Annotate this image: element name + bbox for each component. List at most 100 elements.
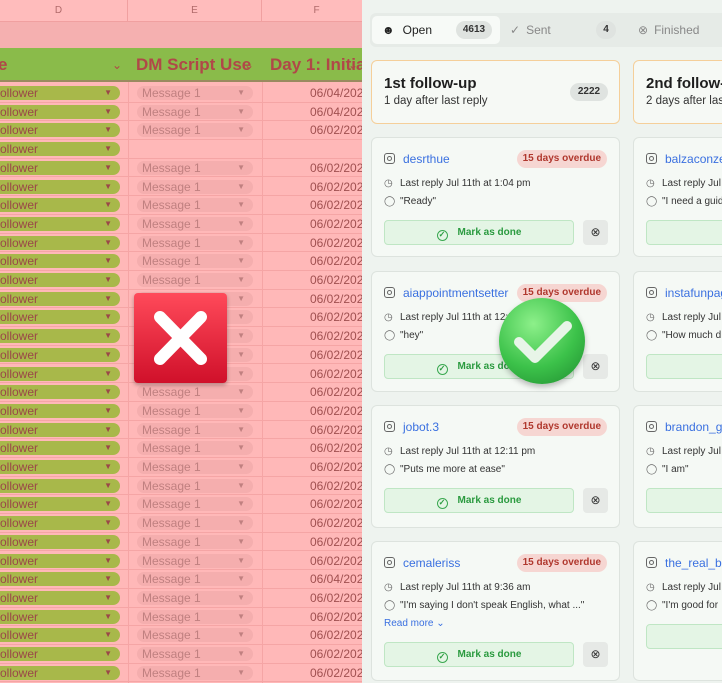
column-header-e[interactable]: E (128, 0, 262, 22)
script-dropdown[interactable]: Message 1 ▼ (137, 647, 253, 661)
script-dropdown[interactable]: Message 1 ▼ (137, 273, 253, 287)
script-dropdown[interactable]: Message 1 ▼ (137, 179, 253, 194)
status-dropdown[interactable]: ollower ▼ (0, 329, 120, 344)
header-dm-script[interactable]: DM Script Use ⌄ (136, 48, 258, 82)
script-dropdown[interactable]: Message 1 ▼ (137, 516, 253, 531)
dismiss-button[interactable]: ⊗ (583, 220, 608, 245)
dismiss-button[interactable]: ⊗ (583, 488, 608, 513)
date-cell[interactable]: 06/02/202 (262, 404, 362, 418)
status-dropdown[interactable]: ollower ▼ (0, 235, 120, 250)
status-dropdown[interactable]: ollower ▼ (0, 647, 120, 661)
date-cell[interactable]: 06/02/202 (262, 554, 362, 568)
username-link[interactable]: brandon_ga (646, 420, 722, 434)
tab-open[interactable]: ☻ Open 4613 (372, 16, 500, 44)
chevron-down-icon[interactable]: ⌄ (244, 48, 254, 82)
date-cell[interactable]: 06/02/202 (262, 423, 362, 437)
date-cell[interactable]: 06/02/202 (262, 254, 362, 268)
column-header-f[interactable]: F (262, 0, 362, 22)
script-dropdown[interactable]: Message 1 ▼ (137, 235, 253, 250)
dismiss-button[interactable]: ⊗ (583, 642, 608, 667)
date-cell[interactable]: 06/02/202 (262, 367, 362, 381)
script-dropdown[interactable]: Message 1 ▼ (137, 198, 253, 213)
date-cell[interactable]: 06/02/202 (262, 516, 362, 530)
status-dropdown[interactable]: ollower ▼ (0, 497, 120, 512)
script-dropdown[interactable]: Message 1 ▼ (137, 160, 253, 175)
username-link[interactable]: desrthue (384, 152, 450, 166)
date-cell[interactable]: 06/02/202 (262, 385, 362, 399)
script-dropdown[interactable]: Message 1 ▼ (137, 86, 253, 100)
mark-as-done-button[interactable]: ✓ (646, 488, 722, 513)
status-dropdown[interactable]: ollower ▼ (0, 403, 120, 418)
status-dropdown[interactable]: ollower ▼ (0, 422, 120, 437)
date-cell[interactable]: 06/02/202 (262, 161, 362, 175)
status-dropdown[interactable]: ollower ▼ (0, 366, 120, 381)
date-cell[interactable]: 06/02/202 (262, 460, 362, 474)
date-cell[interactable]: 06/02/202 (262, 610, 362, 624)
status-dropdown[interactable]: ollower ▼ (0, 179, 120, 194)
username-link[interactable]: instafunpag (646, 286, 722, 300)
status-dropdown[interactable]: ollower ▼ (0, 590, 120, 605)
date-cell[interactable]: 06/02/202 (262, 236, 362, 250)
header-day1[interactable]: Day 1: Initia ⌄ (270, 48, 362, 82)
script-dropdown[interactable]: Message 1 ▼ (137, 478, 253, 493)
date-cell[interactable]: 06/02/202 (262, 310, 362, 324)
status-dropdown[interactable]: ollower ▼ (0, 441, 120, 456)
status-dropdown[interactable]: ollower ▼ (0, 553, 120, 568)
script-dropdown[interactable]: Message 1 ▼ (137, 104, 253, 119)
status-dropdown[interactable]: ollower ▼ (0, 385, 120, 400)
status-dropdown[interactable]: ollower ▼ (0, 254, 120, 269)
chevron-down-icon[interactable]: ⌄ (112, 48, 122, 82)
date-cell[interactable]: 06/02/202 (262, 198, 362, 212)
script-dropdown[interactable]: Message 1 ▼ (137, 123, 253, 138)
mark-as-done-button[interactable]: ✓ (646, 624, 722, 649)
tab-sent[interactable]: ✓ Sent 4 (510, 16, 622, 44)
mark-as-done-button[interactable]: ✓ Mark as done (384, 642, 574, 667)
tab-finished[interactable]: ⊗ Finished (638, 16, 722, 44)
status-dropdown[interactable]: ollower ▼ (0, 665, 120, 680)
script-dropdown[interactable]: Message 1 ▼ (137, 609, 253, 624)
date-cell[interactable]: 06/02/202 (262, 180, 362, 194)
script-dropdown[interactable]: Message 1 ▼ (137, 403, 253, 418)
date-cell[interactable]: 06/04/202 (262, 86, 362, 100)
status-dropdown[interactable]: ollower ▼ (0, 516, 120, 531)
status-dropdown[interactable]: ollower ▼ (0, 310, 120, 325)
chevron-down-icon[interactable]: ⌄ (348, 48, 358, 82)
status-dropdown[interactable]: ollower ▼ (0, 572, 120, 587)
script-dropdown[interactable]: Message 1 ▼ (137, 385, 253, 400)
status-dropdown[interactable]: ollower ▼ (0, 160, 120, 175)
script-dropdown[interactable]: Message 1 ▼ (137, 422, 253, 437)
script-dropdown[interactable]: Message 1 ▼ (137, 590, 253, 605)
date-cell[interactable]: 06/04/202 (262, 105, 362, 119)
status-dropdown[interactable]: ollower ▼ (0, 609, 120, 624)
username-link[interactable]: jobot.3 (384, 420, 439, 434)
date-cell[interactable]: 06/02/202 (262, 441, 362, 455)
status-dropdown[interactable]: ollower ▼ (0, 123, 120, 138)
date-cell[interactable]: 06/02/202 (262, 217, 362, 231)
status-dropdown[interactable]: ollower ▼ (0, 347, 120, 362)
date-cell[interactable]: 06/02/202 (262, 628, 362, 642)
mark-as-done-button[interactable]: ✓ (646, 220, 722, 245)
status-dropdown[interactable]: ollower ▼ (0, 104, 120, 119)
status-dropdown[interactable]: ollower ▼ (0, 628, 120, 643)
date-cell[interactable]: 06/02/202 (262, 666, 362, 680)
status-dropdown[interactable]: ollower ▼ (0, 216, 120, 231)
date-cell[interactable]: 06/02/202 (262, 497, 362, 511)
status-dropdown[interactable]: ollower ▼ (0, 86, 120, 100)
script-dropdown[interactable]: Message 1 ▼ (137, 497, 253, 512)
date-cell[interactable]: 06/02/202 (262, 535, 362, 549)
script-dropdown[interactable]: Message 1 ▼ (137, 460, 253, 474)
column-header-d[interactable]: D (0, 0, 128, 22)
status-dropdown[interactable]: ollower ▼ (0, 198, 120, 213)
status-dropdown[interactable]: ollower ▼ (0, 460, 120, 474)
script-dropdown[interactable]: Message 1 ▼ (137, 553, 253, 568)
mark-as-done-button[interactable]: ✓ (646, 354, 722, 379)
date-cell[interactable]: 06/04/202 (262, 572, 362, 586)
status-dropdown[interactable]: ollower ▼ (0, 291, 120, 306)
username-link[interactable]: aiappointmentsetter (384, 286, 508, 300)
dismiss-button[interactable]: ⊗ (583, 354, 608, 379)
script-dropdown[interactable]: Message 1 ▼ (137, 441, 253, 456)
date-cell[interactable]: 06/02/202 (262, 329, 362, 343)
username-link[interactable]: cemaleriss (384, 556, 460, 570)
header-status[interactable]: e ⌄ (0, 48, 126, 82)
script-dropdown[interactable]: Message 1 ▼ (137, 665, 253, 680)
